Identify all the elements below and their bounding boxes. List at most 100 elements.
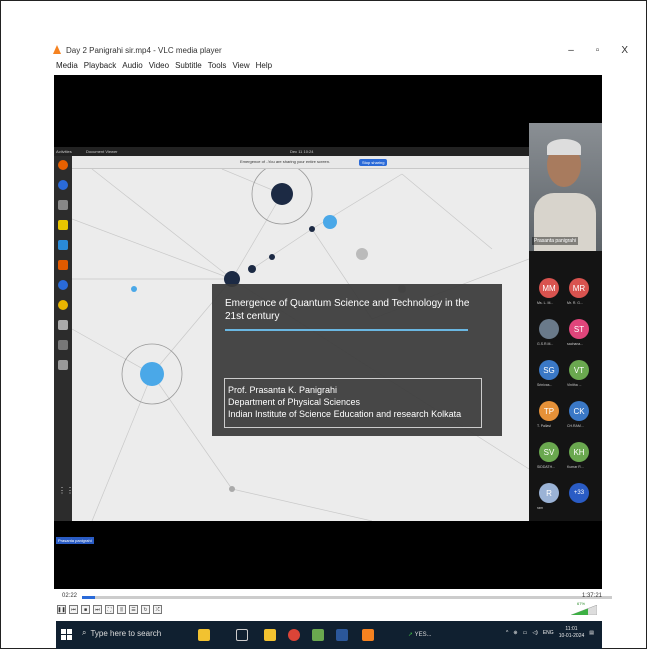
sunglasses-widget-icon[interactable] xyxy=(198,629,210,641)
participant-avatar[interactable]: R xyxy=(539,483,559,503)
tray-clock[interactable]: 11:01 10-01-2024 xyxy=(559,626,585,640)
loop-button[interactable]: ↻ xyxy=(141,605,150,614)
viewer-icon xyxy=(58,320,68,330)
rhythmbox-icon xyxy=(58,220,68,230)
participant-avatar[interactable] xyxy=(539,319,559,339)
menu-view[interactable]: View xyxy=(232,61,249,70)
participant-avatar[interactable]: VT xyxy=(569,360,589,380)
trash-icon xyxy=(58,360,68,370)
participant-label: SIDDATH... xyxy=(537,465,556,469)
participant-label: Srinivas... xyxy=(537,383,553,387)
participant-avatar[interactable]: KH xyxy=(569,442,589,462)
vlc-titlebar: Day 2 Panigrahi sir.mp4 - VLC media play… xyxy=(53,45,222,55)
author-details: Prof. Prasanta K. Panigrahi Department o… xyxy=(224,378,482,428)
chrome-icon xyxy=(58,300,68,310)
menu-tools[interactable]: Tools xyxy=(208,61,227,70)
playback-controls: ❚❚ ⏮ ■ ⏭ ⛶ ⫼ ☰ ↻ ⤮ xyxy=(57,605,162,614)
seek-bar[interactable]: 02:22 1:37:21 xyxy=(54,591,612,603)
display-icon[interactable]: ▭ xyxy=(523,630,528,636)
stop-button[interactable]: ■ xyxy=(81,605,90,614)
participant-label: Vinitha ... xyxy=(567,383,582,387)
author-institute: Indian Institute of Science Education an… xyxy=(228,409,462,419)
participant-avatar[interactable]: MM xyxy=(539,278,559,298)
presenter-video[interactable]: Prasanta panigrahi xyxy=(529,123,602,251)
participant-avatar[interactable]: SV xyxy=(539,442,559,462)
seek-fill xyxy=(82,596,95,599)
playlist-button[interactable]: ☰ xyxy=(129,605,138,614)
menu-audio[interactable]: Audio xyxy=(122,61,142,70)
doc-title: Emergence of ... xyxy=(240,159,270,164)
previous-button[interactable]: ⏮ xyxy=(69,605,78,614)
screenshot-frame: Day 2 Panigrahi sir.mp4 - VLC media play… xyxy=(0,0,647,649)
arrow-app-icon: ➚ xyxy=(408,632,414,638)
tray-chevron-icon[interactable]: ^ xyxy=(506,630,508,636)
menu-playback[interactable]: Playback xyxy=(84,61,116,70)
ubuntu-top-bar: Activities Document Viewer Dec 11 10:24 xyxy=(54,147,529,156)
more-participants-badge[interactable]: +33 xyxy=(569,483,589,503)
taskbar-search[interactable]: ⌕ Type here to search xyxy=(82,628,161,638)
menu-bar: Media Playback Audio Video Subtitle Tool… xyxy=(56,61,272,70)
vlc-taskbar-icon[interactable] xyxy=(362,629,374,641)
volume-level: 67% xyxy=(577,601,586,606)
participant-label: sachana... xyxy=(567,342,584,346)
yes-app-text: YES... xyxy=(414,632,432,638)
title-underline xyxy=(225,329,468,331)
search-icon: ⌕ xyxy=(82,628,87,637)
windows-start-icon[interactable] xyxy=(61,629,72,640)
participant-label: T. Pallavi xyxy=(537,424,552,428)
total-time: 1:37:21 xyxy=(581,593,602,599)
volume-slider[interactable]: 67% xyxy=(567,601,598,616)
task-view-icon[interactable] xyxy=(236,629,248,641)
pause-button[interactable]: ❚❚ xyxy=(57,605,66,614)
activities-label: Activities xyxy=(56,149,72,154)
software-icon xyxy=(58,260,68,270)
stop-sharing-button[interactable]: Stop sharing xyxy=(359,159,388,166)
menu-video[interactable]: Video xyxy=(149,61,169,70)
ubuntu-clock: Dec 11 10:24 xyxy=(290,149,314,154)
firefox-icon xyxy=(58,160,68,170)
fullscreen-button[interactable]: ⛶ xyxy=(105,605,114,614)
minimize-button[interactable]: – xyxy=(568,45,574,56)
menu-help[interactable]: Help xyxy=(256,61,272,70)
close-button[interactable]: X xyxy=(621,45,628,56)
participant-avatar[interactable]: CK xyxy=(569,401,589,421)
search-placeholder: Type here to search xyxy=(90,628,162,638)
window-controls: – ▫ X xyxy=(568,45,628,56)
network-icon[interactable]: ⊕ xyxy=(513,630,517,636)
language-indicator[interactable]: ENG xyxy=(543,630,554,636)
maximize-button[interactable]: ▫ xyxy=(596,45,600,56)
participant-label: Mr. R. G... xyxy=(567,301,583,305)
next-button[interactable]: ⏭ xyxy=(93,605,102,614)
tray-time: 11:01 xyxy=(565,626,578,632)
yes-app-label[interactable]: ➚ YES... xyxy=(408,631,432,638)
ubuntu-dock: ⋮⋮ xyxy=(54,156,74,521)
notification-icon[interactable]: ▤ xyxy=(589,630,594,636)
paint-icon[interactable] xyxy=(312,629,324,641)
participant-avatar[interactable]: ST xyxy=(569,319,589,339)
participant-avatar[interactable]: MR xyxy=(569,278,589,298)
shuffle-button[interactable]: ⤮ xyxy=(153,605,162,614)
participant-avatar[interactable]: TP xyxy=(539,401,559,421)
tray-date: 10-01-2024 xyxy=(558,633,585,639)
extended-settings-button[interactable]: ⫼ xyxy=(117,605,126,614)
speaker-icon[interactable]: ◁) xyxy=(532,630,538,636)
slide-title: Emergence of Quantum Science and Technol… xyxy=(225,298,470,322)
chrome-taskbar-icon[interactable] xyxy=(288,629,300,641)
help-icon xyxy=(58,280,68,290)
doc-viewer-label: Document Viewer xyxy=(86,149,118,154)
participant-label: CH.RAM... xyxy=(567,424,584,428)
terminal-icon xyxy=(58,340,68,350)
writer-icon xyxy=(58,240,68,250)
slide-title-box: Emergence of Quantum Science and Technol… xyxy=(212,284,502,354)
participant-avatar[interactable]: SG xyxy=(539,360,559,380)
seek-track[interactable] xyxy=(82,596,612,599)
presenter-hair xyxy=(547,139,581,155)
file-explorer-icon[interactable] xyxy=(264,629,276,641)
menu-subtitle[interactable]: Subtitle xyxy=(175,61,202,70)
window-title: Day 2 Panigrahi sir.mp4 - VLC media play… xyxy=(66,45,222,55)
menu-media[interactable]: Media xyxy=(56,61,78,70)
author-department: Department of Physical Sciences xyxy=(228,397,361,407)
video-area[interactable]: Activities Document Viewer Dec 11 10:24 … xyxy=(54,75,602,589)
sharing-notice: You are sharing your entire screen. xyxy=(268,159,331,164)
word-icon[interactable] xyxy=(336,629,348,641)
